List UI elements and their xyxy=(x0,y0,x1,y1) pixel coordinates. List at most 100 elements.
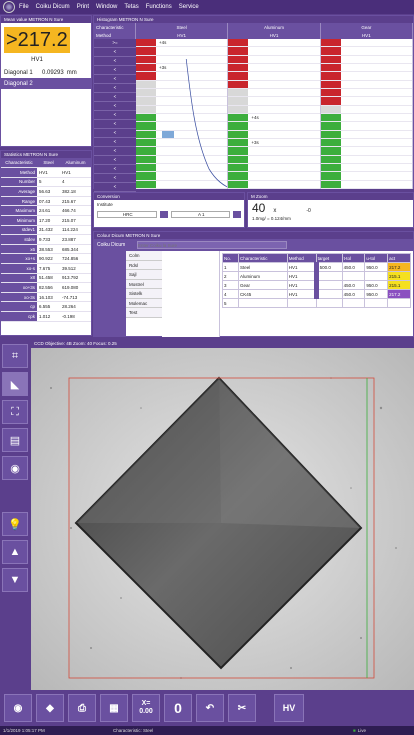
hist-row xyxy=(320,80,412,89)
stats-cell: 7.675 xyxy=(37,263,60,274)
colour-table-row[interactable]: 4 CK45 HV1 450.0 950.0 217.2 xyxy=(222,289,411,299)
stats-row-label: cpk xyxy=(1,311,37,322)
colour-table-row[interactable]: 2 Aluminum HV1 215.1 xyxy=(222,271,411,281)
status-live-dot: ■ xyxy=(353,728,356,733)
hist-row-label: < xyxy=(94,75,136,84)
hist-row xyxy=(320,39,412,48)
menu-service[interactable]: Service xyxy=(179,4,199,10)
menu-functions[interactable]: Functions xyxy=(146,4,172,10)
hist-row xyxy=(228,80,320,89)
stats-row: cpk 1.012 -0.198 xyxy=(1,311,91,322)
hist-bar xyxy=(228,163,249,172)
undo-icon[interactable]: ↶ xyxy=(196,694,224,722)
colour-spacer xyxy=(94,251,126,337)
colour-cell: 950.0 xyxy=(364,289,389,299)
keyboard-icon[interactable]: ▦ xyxy=(100,694,128,722)
hist-row xyxy=(228,97,320,106)
stats-row: stdev1 31.432 114.224 xyxy=(1,225,91,236)
stats-row: Average 56.63 382.18 xyxy=(1,186,91,197)
zoom-value-row: 40 x -0 xyxy=(248,200,413,216)
printer-icon[interactable]: ⎙ xyxy=(68,694,96,722)
colour-list-item[interactable]: Mostrel xyxy=(126,279,162,289)
stats-cell: 39.512 xyxy=(59,263,91,274)
zoom-value[interactable]: 40 xyxy=(252,201,265,215)
colour-input[interactable] xyxy=(137,241,287,249)
conversion-select-1-dropdown-icon[interactable] xyxy=(159,211,168,218)
colour-title: Colour Dicum METRON N Sure xyxy=(94,232,413,239)
stats-row: Maximum 24.61 466.74 xyxy=(1,205,91,217)
stats-row-label: Maximum xyxy=(1,205,37,217)
colour-list-area xyxy=(162,251,220,337)
stats-cell: 724.856 xyxy=(59,253,91,265)
stats-row: xo+3s 82.556 619.080 xyxy=(1,282,91,293)
colour-list-item[interactable]: Colm xyxy=(126,251,162,261)
menu-bar: File Coiku Dicum Print Window Tetas Func… xyxy=(0,0,414,14)
colour-cell: 215.1 xyxy=(387,271,411,281)
conversion-select-1[interactable]: HRC xyxy=(97,211,157,218)
stats-cell: -0.198 xyxy=(59,311,91,322)
conversion-select-2-dropdown-icon[interactable] xyxy=(233,211,241,218)
colour-header-cell: act xyxy=(387,253,411,263)
colour-cell: 3 xyxy=(222,280,239,290)
hist-row xyxy=(320,63,412,73)
diamond-icon[interactable]: ◆ xyxy=(36,694,64,722)
hist-row xyxy=(228,72,320,81)
colour-list-item[interactable]: Rdsl xyxy=(126,260,162,270)
hist-row-label: < xyxy=(94,102,136,111)
document-icon[interactable]: ▤ xyxy=(2,428,28,452)
arrow-down-icon[interactable]: ▼ xyxy=(2,568,28,592)
indent-image[interactable] xyxy=(31,348,414,690)
diagonal-2-row[interactable]: Diagonal 2 xyxy=(1,78,91,89)
colour-cell: HV1 xyxy=(286,271,319,281)
tools-icon[interactable]: ✂ xyxy=(228,694,256,722)
disk-save-icon[interactable]: ◉ xyxy=(4,694,32,722)
colour-header-cell: t-tol xyxy=(341,253,366,263)
menu-window[interactable]: Window xyxy=(96,4,117,10)
colour-table-row[interactable]: 1 Steel HV1 500.0 450.0 950.0 217.2 xyxy=(222,262,411,272)
colour-table-row[interactable]: 3 Gear HV1 450.0 950.0 215.1 xyxy=(222,280,411,290)
disk-icon[interactable]: ◉ xyxy=(2,456,28,480)
crop-icon[interactable]: ⌗ xyxy=(2,344,28,368)
stats-row: stdev 9.733 23.887 xyxy=(1,234,91,245)
stats-row: x8 51.458 913.792 xyxy=(1,273,91,284)
hist-bar xyxy=(320,105,341,113)
stats-cell: 28.264 xyxy=(59,301,91,312)
zoom-panel: M Zoom 40 x -0 1.0mg/ = 0.124/mm xyxy=(247,192,414,228)
colour-list-item[interactable]: Sajl xyxy=(126,270,162,280)
conversion-panel: Conversion Institute HRC A 1 xyxy=(93,192,245,228)
x-reset-button[interactable]: X= 0.00 xyxy=(132,694,160,722)
colour-list-item[interactable]: Molemac xyxy=(126,298,162,308)
stats-row-label: cp xyxy=(1,301,37,312)
colour-cell: 950.0 xyxy=(364,262,389,272)
viewer-title: CCD Objective: 4B Zoom: 40 Focus: 0.25 xyxy=(31,340,414,348)
arrow-up-icon[interactable]: ▲ xyxy=(2,540,28,564)
menu-tetas[interactable]: Tetas xyxy=(124,4,138,10)
menu-colour[interactable]: Coiku Dicum xyxy=(36,4,70,10)
zoom-title: M Zoom xyxy=(248,193,413,200)
diagonal-1-row: Diagonal 1 0.09293 mm xyxy=(1,67,91,78)
bulb-icon[interactable]: 💡 xyxy=(2,512,28,536)
hist-row xyxy=(320,105,412,114)
colour-cell: 950.0 xyxy=(364,280,389,290)
hist-col-method: HV1 xyxy=(361,32,371,38)
colour-cell xyxy=(315,271,343,281)
fullscreen-icon[interactable]: ⛶ xyxy=(2,400,28,424)
stats-cell: 215.07 xyxy=(59,215,91,226)
hist-row: +4s xyxy=(228,113,320,123)
hist-bar xyxy=(320,88,341,97)
colour-list-item[interactable]: Sistelk xyxy=(126,289,162,299)
colour-cell xyxy=(315,289,343,299)
colour-table-row[interactable]: 5 xyxy=(222,298,411,308)
measure-angle-icon[interactable]: ◣ xyxy=(2,372,28,396)
hist-row-label: < xyxy=(94,174,136,183)
colour-list-item[interactable]: Test xyxy=(126,308,162,318)
conversion-select-2[interactable]: A 1 xyxy=(170,211,231,218)
hist-row-label: < xyxy=(94,147,136,156)
hv-button[interactable]: HV xyxy=(274,694,304,722)
stats-cell: 31.432 xyxy=(37,225,60,236)
zero-button[interactable]: 0 xyxy=(164,694,192,722)
menu-print[interactable]: Print xyxy=(77,4,89,10)
colour-cell: 4 xyxy=(222,289,239,299)
menu-file[interactable]: File xyxy=(19,4,29,10)
hist-row xyxy=(320,155,412,164)
